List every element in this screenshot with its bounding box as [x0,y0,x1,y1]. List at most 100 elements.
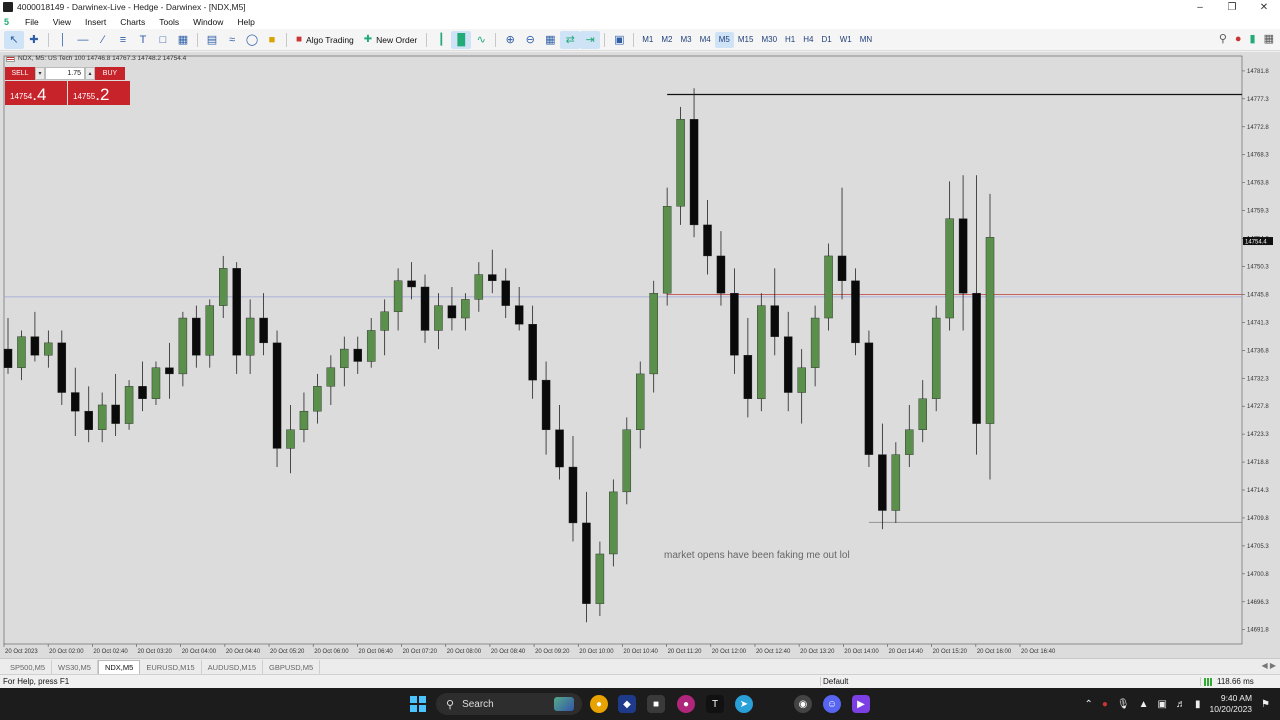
search-icon[interactable]: ⚲ [1219,32,1227,45]
video-app-icon[interactable]: ▶ [852,695,870,713]
bar-chart-icon[interactable]: ┃ [431,31,451,49]
bear-candle [837,255,847,281]
metatrader-icon[interactable]: ■ [647,695,665,713]
minimize-icon[interactable]: – [1184,0,1216,14]
sell-price-main: 14754 [10,92,33,101]
x-tick-label: 20 Oct 10:40 [623,649,658,655]
bull-candle [676,119,685,207]
tab-eurusd[interactable]: EURUSD,M15 [140,660,202,674]
chrome-icon[interactable]: ● [590,695,608,713]
microphone-icon[interactable]: 🎙︎ [1117,699,1130,710]
lot-increase-button[interactable]: ▴ [85,66,95,80]
tray-app-icon[interactable]: ● [1102,699,1108,710]
sell-price-button[interactable]: 14754 .4 [5,81,67,105]
menu-file[interactable]: File [18,17,46,27]
algo-trading-button[interactable]: ■ Algo Trading [291,31,359,49]
notification-bell-icon[interactable]: ⚑ [1261,699,1270,710]
signals-icon[interactable]: ■ [262,31,282,49]
trendline-icon[interactable]: ∕ [93,31,113,49]
discord-icon[interactable]: ☺ [823,695,841,713]
chart-annotation[interactable]: market opens have been faking me out lol [664,550,850,561]
menu-window[interactable]: Window [186,17,230,27]
autoscroll-icon[interactable]: ⇄ [560,30,581,49]
bull-candle [340,348,349,368]
layout-icon[interactable]: ▦ [1264,32,1274,45]
obs-icon[interactable]: ◉ [794,695,812,713]
shapes-icon[interactable]: □ [153,31,173,49]
cursor-tool-icon[interactable]: ↖ [4,30,24,49]
tab-audusd[interactable]: AUDUSD,M15 [202,660,263,674]
tab-sp500[interactable]: SP500,M5 [4,660,53,674]
x-tick-label: 20 Oct 16:40 [1021,649,1056,655]
tab-ws30[interactable]: WS30,M5 [52,660,98,674]
objects-icon[interactable]: ▦ [173,31,193,49]
channel-icon[interactable]: ≡ [113,31,133,49]
bull-candle [595,553,605,604]
chart-area[interactable]: 14781.8 14777.3 14772.8 14768.3 14763.8 14759… [0,52,1280,658]
menu-insert[interactable]: Insert [78,17,113,27]
windows-start-icon[interactable] [410,696,426,712]
bear-candle [353,348,362,362]
zoom-out-icon[interactable]: ⊖ [520,31,540,49]
tab-scroll-arrows-icon[interactable]: ◀ ▶ [1261,661,1276,670]
candlestick-icon[interactable]: █ [451,30,472,49]
buy-price-button[interactable]: 14755 .2 [68,81,130,105]
grid-icon[interactable]: ▦ [540,31,560,49]
timeframe-mn[interactable]: MN [856,32,876,48]
timeframe-m2[interactable]: M2 [657,32,676,48]
menu-tools[interactable]: Tools [152,17,186,27]
screenshot-icon[interactable]: ▣ [609,31,629,49]
timeframe-m5[interactable]: M5 [714,31,734,48]
crosshair-tool-icon[interactable]: ✚ [24,31,44,49]
line-chart-icon[interactable]: ∿ [471,31,491,49]
bear-candle [743,355,753,399]
taskbar-search-label: Search [462,698,494,710]
vertical-line-icon[interactable]: │ [53,31,73,49]
tab-gbpusd[interactable]: GBPUSD,M5 [263,660,321,674]
menu-help[interactable]: Help [230,17,261,27]
lot-size-input[interactable]: 1.75 [45,66,85,80]
sell-button[interactable]: SELL [5,66,35,80]
timeframe-m4[interactable]: M4 [696,32,715,48]
bear-candle [111,404,120,424]
maximize-icon[interactable]: ❐ [1216,0,1248,14]
media-app-icon[interactable]: ● [677,695,695,713]
chart-type-icon[interactable]: ▤ [202,31,222,49]
timeframe-d1[interactable]: D1 [817,32,835,48]
buy-button[interactable]: BUY [95,66,125,80]
signal-strength-icon[interactable]: ▮ [1250,32,1256,45]
vscode-icon[interactable]: ◆ [618,695,636,713]
timeframe-w1[interactable]: W1 [836,32,856,48]
tradingview-icon[interactable]: T [706,695,724,713]
timeframe-h4[interactable]: H4 [799,32,817,48]
display-icon[interactable]: ▣ [1158,699,1167,710]
templates-icon[interactable]: ◯ [242,31,262,49]
price-chart[interactable]: 14781.8 14777.3 14772.8 14768.3 14763.8 14759… [0,52,1280,658]
volume-icon[interactable]: ♬ [1176,699,1186,710]
horizontal-line-icon[interactable]: — [73,31,93,49]
lot-decrease-button[interactable]: ▾ [35,66,45,80]
menu-view[interactable]: View [46,17,78,27]
status-profile[interactable]: Default [820,677,1200,686]
zoom-in-icon[interactable]: ⊕ [500,31,520,49]
timeframe-m3[interactable]: M3 [677,32,696,48]
toolbar-separator [286,32,287,47]
chart-shift-icon[interactable]: ⇥ [580,30,601,49]
menu-charts[interactable]: Charts [113,17,152,27]
timeframe-m15[interactable]: M15 [734,32,758,48]
timeframe-m30[interactable]: M30 [757,32,781,48]
indicators-icon[interactable]: ≈ [222,31,242,49]
telegram-icon[interactable]: ➤ [735,695,753,713]
timeframe-m1[interactable]: M1 [638,32,657,48]
battery-icon[interactable]: ▮ [1195,699,1201,710]
timeframe-h1[interactable]: H1 [781,32,799,48]
clock[interactable]: 9:40 AM 10/20/2023 [1209,693,1252,715]
text-tool-icon[interactable]: T [133,31,153,49]
close-icon[interactable]: ✕ [1248,0,1280,14]
taskbar-search[interactable]: ⚲ Search [436,693,582,715]
notifications-icon[interactable]: ● [1235,33,1242,45]
new-order-button[interactable]: ✚ New Order [359,31,422,49]
chevron-up-icon[interactable]: ⌃ [1084,699,1092,710]
tab-ndx[interactable]: NDX,M5 [97,660,141,674]
wifi-icon[interactable]: ▲ [1139,699,1149,710]
